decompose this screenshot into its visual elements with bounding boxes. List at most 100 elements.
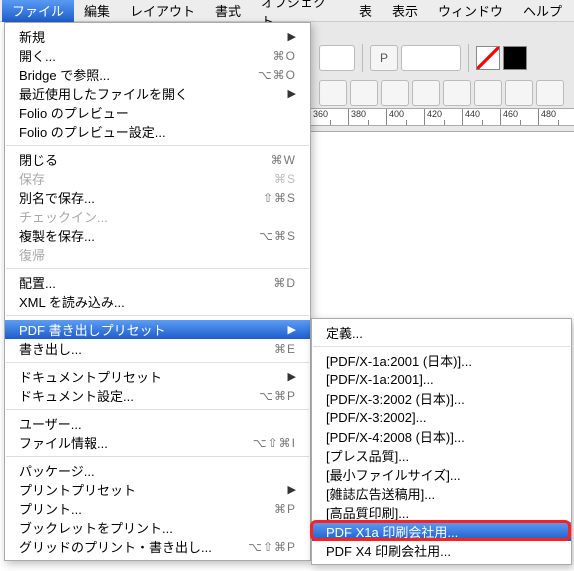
menu-item-label: [PDF/X-3:2002 (日本)]... bbox=[326, 389, 557, 408]
menu-shortcut: ⌘S bbox=[274, 172, 296, 186]
menu-item-label: 保存 bbox=[19, 169, 264, 188]
stroke-swatch[interactable] bbox=[503, 46, 527, 70]
tool-button[interactable] bbox=[381, 80, 409, 106]
menu-item-label: [PDF/X-4:2008 (日本)]... bbox=[326, 427, 557, 446]
menu-shortcut: ⌥⇧⌘I bbox=[253, 436, 296, 450]
menu-separator bbox=[6, 456, 309, 457]
menu-item[interactable]: 複製を保存...⌥⌘S bbox=[5, 226, 310, 245]
menubar-item[interactable]: ヘルプ bbox=[513, 0, 572, 22]
menu-item[interactable]: [プレス品質]... bbox=[312, 446, 571, 465]
tool-button[interactable] bbox=[505, 80, 533, 106]
menu-item-label: ファイル情報... bbox=[19, 433, 243, 452]
menu-item-label: 開く... bbox=[19, 46, 263, 65]
tool-slot[interactable] bbox=[319, 45, 355, 71]
file-menu-dropdown: 新規 ▶ 開く... ⌘O Bridge で参照...⌥⌘O最近使用したファイルを開く ▶… bbox=[4, 22, 311, 561]
toolbar-divider bbox=[362, 44, 363, 72]
menu-item[interactable]: 別名で保存...⇧⌘S bbox=[5, 188, 310, 207]
menu-item[interactable]: 閉じる ⌘W bbox=[5, 150, 310, 169]
menubar-item[interactable]: ウィンドウ bbox=[428, 0, 513, 22]
menu-item-label: プリントプリセット bbox=[19, 480, 280, 499]
menu-item-label: 新規 bbox=[19, 27, 280, 46]
menu-item[interactable]: [PDF/X-3:2002 (日本)]... bbox=[312, 389, 571, 408]
menubar-item[interactable]: レイアウト bbox=[120, 0, 205, 22]
menu-separator bbox=[6, 409, 309, 410]
menu-item[interactable]: [最小ファイルサイズ]... bbox=[312, 465, 571, 484]
tool-button[interactable] bbox=[474, 80, 502, 106]
menu-item[interactable]: PDF 書き出しプリセット ▶ bbox=[5, 320, 310, 339]
menu-item-label: 定義... bbox=[326, 323, 557, 342]
fill-none-swatch[interactable] bbox=[476, 46, 500, 70]
menu-item-label: Folio のプレビュー設定... bbox=[19, 122, 296, 141]
menu-shortcut: ⌘O bbox=[273, 49, 296, 63]
menu-item-label: [PDF/X-1a:2001 (日本)]... bbox=[326, 351, 557, 370]
menu-item[interactable]: プリント... ⌘P bbox=[5, 499, 310, 518]
menu-item-label: Bridge で参照... bbox=[19, 65, 248, 84]
menu-item[interactable]: Folio のプレビュー設定... bbox=[5, 122, 310, 141]
menu-item-label: [プレス品質]... bbox=[326, 446, 557, 465]
submenu-arrow-icon: ▶ bbox=[288, 323, 296, 336]
menu-item[interactable]: [PDF/X-4:2008 (日本)]... bbox=[312, 427, 571, 446]
menu-item-label: ユーザー... bbox=[19, 414, 296, 433]
paragraph-style-icon[interactable]: P bbox=[370, 45, 398, 71]
menu-item-label: プリント... bbox=[19, 499, 264, 518]
menu-shortcut: ⌘W bbox=[271, 153, 296, 167]
menu-item[interactable]: [雑誌広告送稿用]... bbox=[312, 484, 571, 503]
menu-item[interactable]: 開く... ⌘O bbox=[5, 46, 310, 65]
menubar-item[interactable]: 編集 bbox=[74, 0, 120, 22]
menu-item[interactable]: Bridge で参照...⌥⌘O bbox=[5, 65, 310, 84]
menu-item[interactable]: ドキュメント設定...⌥⌘P bbox=[5, 386, 310, 405]
menubar-item[interactable]: 表 bbox=[349, 0, 382, 22]
menu-item-label: PDF 書き出しプリセット bbox=[19, 320, 280, 339]
menu-item-label: 最近使用したファイルを開く bbox=[19, 84, 280, 103]
menu-item-label: [最小ファイルサイズ]... bbox=[326, 465, 557, 484]
menu-separator bbox=[6, 362, 309, 363]
submenu-arrow-icon: ▶ bbox=[288, 483, 296, 496]
menu-item[interactable]: 新規 ▶ bbox=[5, 27, 310, 46]
menubar: ファイル編集レイアウト書式オブジェクト表表示ウィンドウヘルプ bbox=[0, 0, 574, 22]
menu-item-label: XML を読み込み... bbox=[19, 292, 296, 311]
menu-item-label: [PDF/X-1a:2001]... bbox=[326, 372, 557, 387]
menu-item[interactable]: 書き出し...⌘E bbox=[5, 339, 310, 358]
tool-button[interactable] bbox=[350, 80, 378, 106]
menu-item-label: 閉じる bbox=[19, 150, 261, 169]
menu-item: 復帰 bbox=[5, 245, 310, 264]
menu-item[interactable]: XML を読み込み... bbox=[5, 292, 310, 311]
menu-item[interactable]: 最近使用したファイルを開く ▶ bbox=[5, 84, 310, 103]
menubar-item[interactable]: ファイル bbox=[2, 0, 74, 22]
ruler-tick: 400 bbox=[387, 109, 425, 125]
menubar-item[interactable]: 表示 bbox=[382, 0, 428, 22]
menu-item-label: ブックレットをプリント... bbox=[19, 518, 296, 537]
submenu-arrow-icon: ▶ bbox=[288, 87, 296, 100]
menu-item[interactable]: グリッドのプリント・書き出し...⌥⇧⌘P bbox=[5, 537, 310, 556]
menu-item[interactable]: [PDF/X-3:2002]... bbox=[312, 408, 571, 427]
menu-item[interactable]: ファイル情報... ⌥⇧⌘I bbox=[5, 433, 310, 452]
menu-item[interactable]: Folio のプレビュー bbox=[5, 103, 310, 122]
menu-item-label: パッケージ... bbox=[19, 461, 296, 480]
tool-button[interactable] bbox=[536, 80, 564, 106]
menu-item[interactable]: パッケージ... bbox=[5, 461, 310, 480]
menu-item-label: 復帰 bbox=[19, 245, 296, 264]
menu-item-label: PDF X1a 印刷会社用... bbox=[326, 522, 557, 541]
menu-item-label: 配置... bbox=[19, 273, 263, 292]
tool-button[interactable] bbox=[319, 80, 347, 106]
menu-item[interactable]: [PDF/X-1a:2001 (日本)]... bbox=[312, 351, 571, 370]
submenu-arrow-icon: ▶ bbox=[288, 30, 296, 43]
tool-button[interactable] bbox=[443, 80, 471, 106]
menu-item[interactable]: [高品質印刷]... bbox=[312, 503, 571, 522]
menu-item[interactable]: ブックレットをプリント... bbox=[5, 518, 310, 537]
menu-shortcut: ⌘P bbox=[274, 502, 296, 516]
menu-item[interactable]: 定義... bbox=[312, 323, 571, 342]
menu-item[interactable]: PDF X1a 印刷会社用... bbox=[312, 522, 571, 541]
menu-item[interactable]: ユーザー... bbox=[5, 414, 310, 433]
menu-item[interactable]: 配置...⌘D bbox=[5, 273, 310, 292]
menubar-item[interactable]: 書式 bbox=[205, 0, 251, 22]
menu-separator bbox=[6, 315, 309, 316]
menu-item[interactable]: PDF X4 印刷会社用... bbox=[312, 541, 571, 560]
menu-item[interactable]: プリントプリセット ▶ bbox=[5, 480, 310, 499]
tool-button[interactable] bbox=[412, 80, 440, 106]
menu-shortcut: ⌥⌘S bbox=[259, 229, 296, 243]
tool-slot[interactable] bbox=[401, 45, 461, 71]
menu-item[interactable]: ドキュメントプリセット▶ bbox=[5, 367, 310, 386]
menu-shortcut: ⌘E bbox=[274, 342, 296, 356]
menu-item[interactable]: [PDF/X-1a:2001]... bbox=[312, 370, 571, 389]
